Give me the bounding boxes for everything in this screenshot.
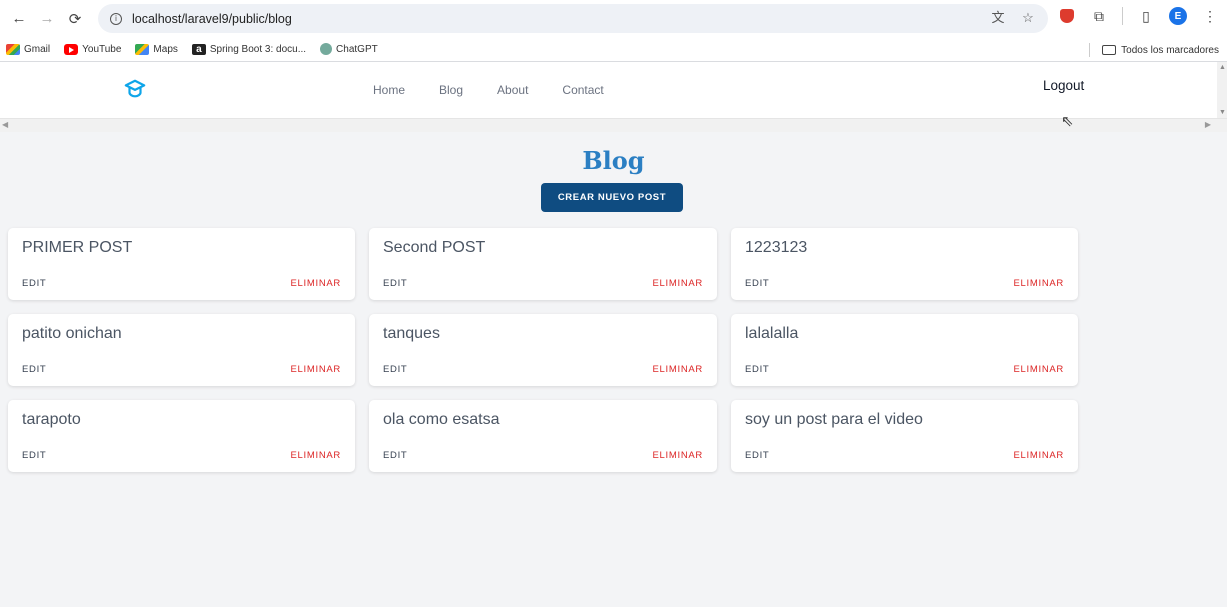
edit-post-link[interactable]: EDIT	[745, 364, 769, 375]
post-card: Second POST EDIT ELIMINAR	[369, 228, 717, 300]
translate-icon[interactable]: 文	[990, 10, 1006, 26]
gmail-icon	[6, 43, 20, 55]
forward-icon[interactable]: →	[36, 8, 58, 30]
post-card: soy un post para el video EDIT ELIMINAR	[731, 400, 1078, 472]
mouse-cursor-icon: ⇖	[1061, 113, 1074, 130]
post-card: 1223123 EDIT ELIMINAR	[731, 228, 1078, 300]
bookmark-maps[interactable]: Maps	[135, 43, 178, 55]
delete-post-button[interactable]: ELIMINAR	[291, 278, 341, 289]
profile-avatar[interactable]: E	[1169, 7, 1187, 25]
navbar-vertical-scrollbar[interactable]: ▲ ▼	[1217, 62, 1227, 118]
post-card: patito onichan EDIT ELIMINAR	[8, 314, 355, 386]
create-post-button[interactable]: CREAR NUEVO POST	[541, 183, 683, 212]
bookmarks-divider	[1089, 43, 1091, 57]
post-title: 1223123	[745, 239, 808, 256]
delete-post-button[interactable]: ELIMINAR	[291, 364, 341, 375]
spring-icon: a	[191, 43, 206, 55]
scroll-up-icon[interactable]: ▲	[1219, 64, 1226, 71]
site-navbar: Home Blog About Contact Logout ▲ ▼	[0, 62, 1227, 118]
url-text[interactable]: localhost/laravel9/public/blog	[132, 12, 292, 26]
menu-icon[interactable]: ⋮	[1201, 7, 1219, 25]
delete-post-button[interactable]: ELIMINAR	[653, 450, 703, 461]
post-card: tanques EDIT ELIMINAR	[369, 314, 717, 386]
page-title: Blog	[582, 146, 645, 175]
browser-toolbar: ← → ⟳ i localhost/laravel9/public/blog 文…	[0, 0, 1227, 37]
edit-post-link[interactable]: EDIT	[745, 450, 769, 461]
post-title: PRIMER POST	[22, 239, 133, 256]
all-bookmarks[interactable]: Todos los marcadores	[1089, 43, 1219, 57]
nav-contact[interactable]: Contact	[562, 83, 603, 97]
side-panel-icon[interactable]: ▯	[1137, 7, 1155, 25]
scroll-down-icon[interactable]: ▼	[1219, 109, 1226, 116]
bookmark-spring[interactable]: a Spring Boot 3: docu...	[191, 43, 306, 55]
post-card: PRIMER POST EDIT ELIMINAR	[8, 228, 355, 300]
toolbar-divider	[1122, 7, 1123, 25]
bookmarks-bar: Gmail YouTube Maps a Spring Boot 3: docu.…	[0, 37, 1227, 62]
delete-post-button[interactable]: ELIMINAR	[653, 278, 703, 289]
post-title: tanques	[383, 325, 440, 342]
post-title: soy un post para el video	[745, 411, 923, 428]
page-viewport: Home Blog About Contact Logout ▲ ▼ ◀ ▶ ⇖…	[0, 62, 1227, 607]
nav-home[interactable]: Home	[373, 83, 405, 97]
post-title: tarapoto	[22, 411, 81, 428]
post-card: tarapoto EDIT ELIMINAR	[8, 400, 355, 472]
site-info-icon[interactable]: i	[110, 12, 122, 25]
reload-icon[interactable]: ⟳	[64, 8, 86, 30]
extensions-icon[interactable]: ⧉	[1090, 7, 1108, 25]
bookmark-gmail[interactable]: Gmail	[6, 43, 50, 55]
brave-shield-icon[interactable]	[1058, 7, 1076, 25]
post-title: Second POST	[383, 239, 486, 256]
edit-post-link[interactable]: EDIT	[745, 278, 769, 289]
bookmark-youtube[interactable]: YouTube	[64, 43, 121, 55]
post-title: lalalalla	[745, 325, 799, 342]
youtube-icon	[64, 43, 79, 55]
post-card: ola como esatsa EDIT ELIMINAR	[369, 400, 717, 472]
edit-post-link[interactable]: EDIT	[383, 364, 407, 375]
nav-blog[interactable]: Blog	[439, 83, 463, 97]
post-title: ola como esatsa	[383, 411, 500, 428]
navbar-horizontal-scrollbar[interactable]: ◀ ▶	[0, 118, 1227, 132]
delete-post-button[interactable]: ELIMINAR	[1014, 278, 1064, 289]
folder-icon	[1102, 45, 1117, 55]
nav-about[interactable]: About	[497, 83, 528, 97]
post-title: patito onichan	[22, 325, 122, 342]
delete-post-button[interactable]: ELIMINAR	[1014, 364, 1064, 375]
edit-post-link[interactable]: EDIT	[22, 450, 46, 461]
delete-post-button[interactable]: ELIMINAR	[1014, 450, 1064, 461]
edit-post-link[interactable]: EDIT	[383, 278, 407, 289]
delete-post-button[interactable]: ELIMINAR	[291, 450, 341, 461]
bookmark-chatgpt[interactable]: ChatGPT	[320, 43, 378, 55]
address-bar[interactable]: i localhost/laravel9/public/blog 文 ☆	[98, 4, 1048, 33]
logout-button[interactable]: Logout	[1043, 78, 1084, 93]
scroll-left-icon[interactable]: ◀	[2, 120, 8, 129]
edit-post-link[interactable]: EDIT	[22, 364, 46, 375]
edit-post-link[interactable]: EDIT	[22, 278, 46, 289]
star-icon[interactable]: ☆	[1020, 10, 1036, 26]
posts-grid: PRIMER POST EDIT ELIMINAR Second POST EDIT EL…	[8, 228, 1078, 472]
post-card: lalalalla EDIT ELIMINAR	[731, 314, 1078, 386]
delete-post-button[interactable]: ELIMINAR	[653, 364, 703, 375]
chatgpt-icon	[320, 43, 333, 55]
back-icon[interactable]: ←	[8, 8, 30, 30]
graduation-cap-icon[interactable]	[124, 78, 146, 100]
edit-post-link[interactable]: EDIT	[383, 450, 407, 461]
scroll-right-icon[interactable]: ▶	[1205, 120, 1211, 129]
maps-icon	[135, 43, 150, 55]
